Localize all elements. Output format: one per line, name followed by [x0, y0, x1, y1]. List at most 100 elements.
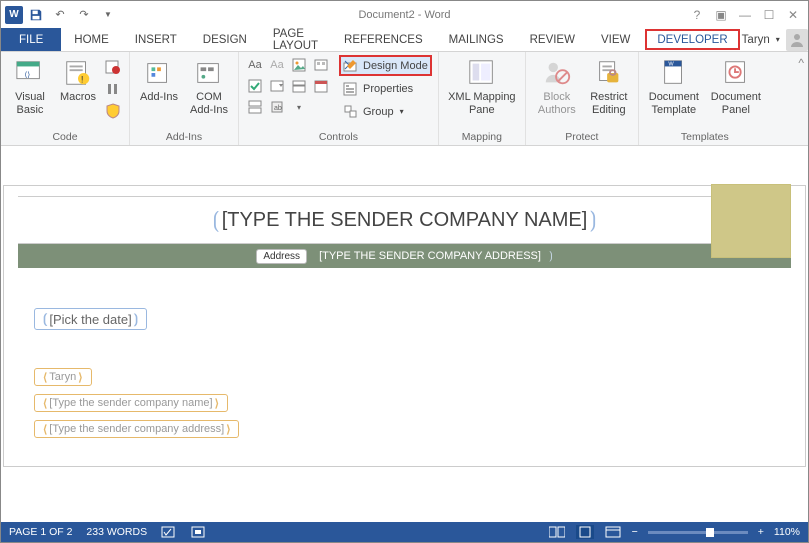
avatar[interactable] [786, 29, 808, 51]
ribbon-display-button[interactable]: ▣ [710, 4, 732, 26]
collapse-ribbon-button[interactable]: ^ [794, 52, 808, 145]
tab-references[interactable]: REFERENCES [331, 28, 436, 51]
plain-text-control-button[interactable]: Aa [267, 55, 287, 75]
undo-button[interactable]: ↶ [49, 4, 71, 26]
cc-bracket-icon: ⟯ [589, 207, 596, 233]
page-indicator[interactable]: PAGE 1 OF 2 [9, 526, 72, 538]
sender-company-control[interactable]: ⟨[Type the sender company name]⟩ [34, 394, 228, 412]
cc-bracket-icon: ⟮ [212, 207, 219, 233]
tab-developer[interactable]: DEVELOPER [645, 29, 739, 50]
status-bar: PAGE 1 OF 2 233 WORDS − + 110% [1, 522, 808, 542]
sender-name-control[interactable]: ⟨Taryn⟩ [34, 368, 92, 386]
letterhead: ⟮ [TYPE THE SENDER COMPANY NAME] ⟯ Addre… [18, 196, 791, 268]
group-code: ⟨⟩ Visual Basic ! Macros [1, 52, 130, 145]
user-name[interactable]: Taryn [742, 34, 770, 46]
xml-mapping-icon [466, 57, 498, 89]
addins-icon [143, 57, 175, 89]
read-mode-button[interactable] [548, 525, 566, 539]
logo-placeholder[interactable] [711, 184, 791, 258]
legacy-tools-dropdown[interactable]: ▾ [289, 97, 309, 117]
checkbox-control-button[interactable] [245, 76, 265, 96]
restrict-editing-icon [593, 57, 625, 89]
properties-button[interactable]: Properties [339, 78, 432, 99]
visual-basic-button[interactable]: ⟨⟩ Visual Basic [7, 55, 53, 116]
print-layout-button[interactable] [576, 525, 594, 539]
design-mode-button[interactable]: Design Mode [339, 55, 432, 76]
zoom-out-button[interactable]: − [632, 526, 638, 538]
svg-text:⟨⟩: ⟨⟩ [24, 70, 30, 79]
close-button[interactable]: ✕ [782, 4, 804, 26]
com-addins-icon [193, 57, 225, 89]
pause-recording-button[interactable] [103, 79, 123, 99]
page[interactable]: ⟮ [TYPE THE SENDER COMPANY NAME] ⟯ Addre… [3, 185, 806, 467]
group-button[interactable]: Group ▾ [339, 101, 432, 122]
help-button[interactable]: ? [686, 4, 708, 26]
properties-icon [343, 81, 359, 97]
group-protect: Block Authors Restrict Editing Protect [526, 52, 639, 145]
group-label-controls: Controls [245, 129, 432, 145]
tab-file[interactable]: FILE [1, 28, 61, 51]
date-picker-control[interactable]: ⟮ [Pick the date] ⟯ [34, 308, 147, 330]
record-macro-button[interactable] [103, 57, 123, 77]
building-block-control-button[interactable] [311, 55, 331, 75]
date-picker-control-button[interactable] [311, 76, 331, 96]
chevron-down-icon: ▾ [400, 107, 404, 116]
window-controls: ? ▣ — ☐ ✕ [686, 4, 808, 26]
address-control[interactable]: [TYPE THE SENDER COMPANY ADDRESS] [319, 250, 541, 262]
tab-design[interactable]: DESIGN [190, 28, 260, 51]
company-name-control[interactable]: ⟮ [TYPE THE SENDER COMPANY NAME] ⟯ [18, 196, 791, 244]
save-button[interactable] [25, 4, 47, 26]
tab-mailings[interactable]: MAILINGS [436, 28, 517, 51]
maximize-button[interactable]: ☐ [758, 4, 780, 26]
group-label-templates: Templates [645, 129, 765, 145]
quick-access-toolbar: W ↶ ↷ ▼ [1, 4, 119, 26]
document-area: ⟮ [TYPE THE SENDER COMPANY NAME] ⟯ Addre… [1, 147, 808, 522]
visual-basic-icon: ⟨⟩ [14, 57, 46, 89]
document-body[interactable]: ⟮ [Pick the date] ⟯ ⟨Taryn⟩ ⟨[Type the s… [4, 268, 805, 466]
tab-page-layout[interactable]: PAGE LAYOUT [260, 28, 331, 51]
zoom-slider[interactable] [648, 531, 748, 534]
qat-customize-icon[interactable]: ▼ [97, 4, 119, 26]
block-authors-button[interactable]: Block Authors [532, 55, 582, 116]
tab-home[interactable]: HOME [61, 28, 122, 51]
design-mode-icon [343, 58, 359, 74]
legacy-tools-button[interactable]: ab [267, 97, 287, 117]
zoom-in-button[interactable]: + [758, 526, 764, 538]
svg-text:!: ! [81, 74, 84, 84]
com-addins-button[interactable]: COM Add-Ins [186, 55, 232, 116]
word-count[interactable]: 233 WORDS [86, 526, 147, 538]
zoom-level[interactable]: 110% [774, 526, 800, 538]
restrict-editing-button[interactable]: Restrict Editing [586, 55, 632, 116]
combobox-control-button[interactable] [267, 76, 287, 96]
ribbon: ⟨⟩ Visual Basic ! Macros [1, 52, 808, 146]
minimize-button[interactable]: — [734, 4, 756, 26]
title-bar: W ↶ ↷ ▼ Document2 - Word ? ▣ — ☐ ✕ [1, 1, 808, 28]
tab-view[interactable]: VIEW [588, 28, 643, 51]
user-menu-icon[interactable]: ▾ [776, 35, 780, 44]
macro-status-icon[interactable] [191, 526, 205, 538]
group-icon [343, 104, 359, 120]
address-control-tag[interactable]: Address [256, 249, 307, 264]
macros-button[interactable]: ! Macros [57, 55, 99, 104]
group-controls: Aa Aa ab ▾ [239, 52, 439, 145]
group-templates: W Document Template Document Panel Templ… [639, 52, 771, 145]
xml-mapping-pane-button[interactable]: XML Mapping Pane [445, 55, 519, 116]
group-mapping: XML Mapping Pane Mapping [439, 52, 526, 145]
document-panel-icon [720, 57, 752, 89]
tab-review[interactable]: REVIEW [517, 28, 588, 51]
dropdown-control-button[interactable] [289, 76, 309, 96]
sender-address-control[interactable]: ⟨[Type the sender company address]⟩ [34, 420, 239, 438]
document-template-button[interactable]: W Document Template [645, 55, 703, 116]
addins-button[interactable]: Add-Ins [136, 55, 182, 104]
document-panel-button[interactable]: Document Panel [707, 55, 765, 116]
macro-security-button[interactable] [103, 101, 123, 121]
web-layout-button[interactable] [604, 525, 622, 539]
repeating-section-control-button[interactable] [245, 97, 265, 117]
macros-icon: ! [62, 57, 94, 89]
redo-button[interactable]: ↷ [73, 4, 95, 26]
rich-text-control-button[interactable]: Aa [245, 55, 265, 75]
spell-check-icon[interactable] [161, 526, 177, 538]
tab-insert[interactable]: INSERT [122, 28, 190, 51]
picture-control-button[interactable] [289, 55, 309, 75]
user-area: Taryn ▾ [742, 28, 809, 51]
